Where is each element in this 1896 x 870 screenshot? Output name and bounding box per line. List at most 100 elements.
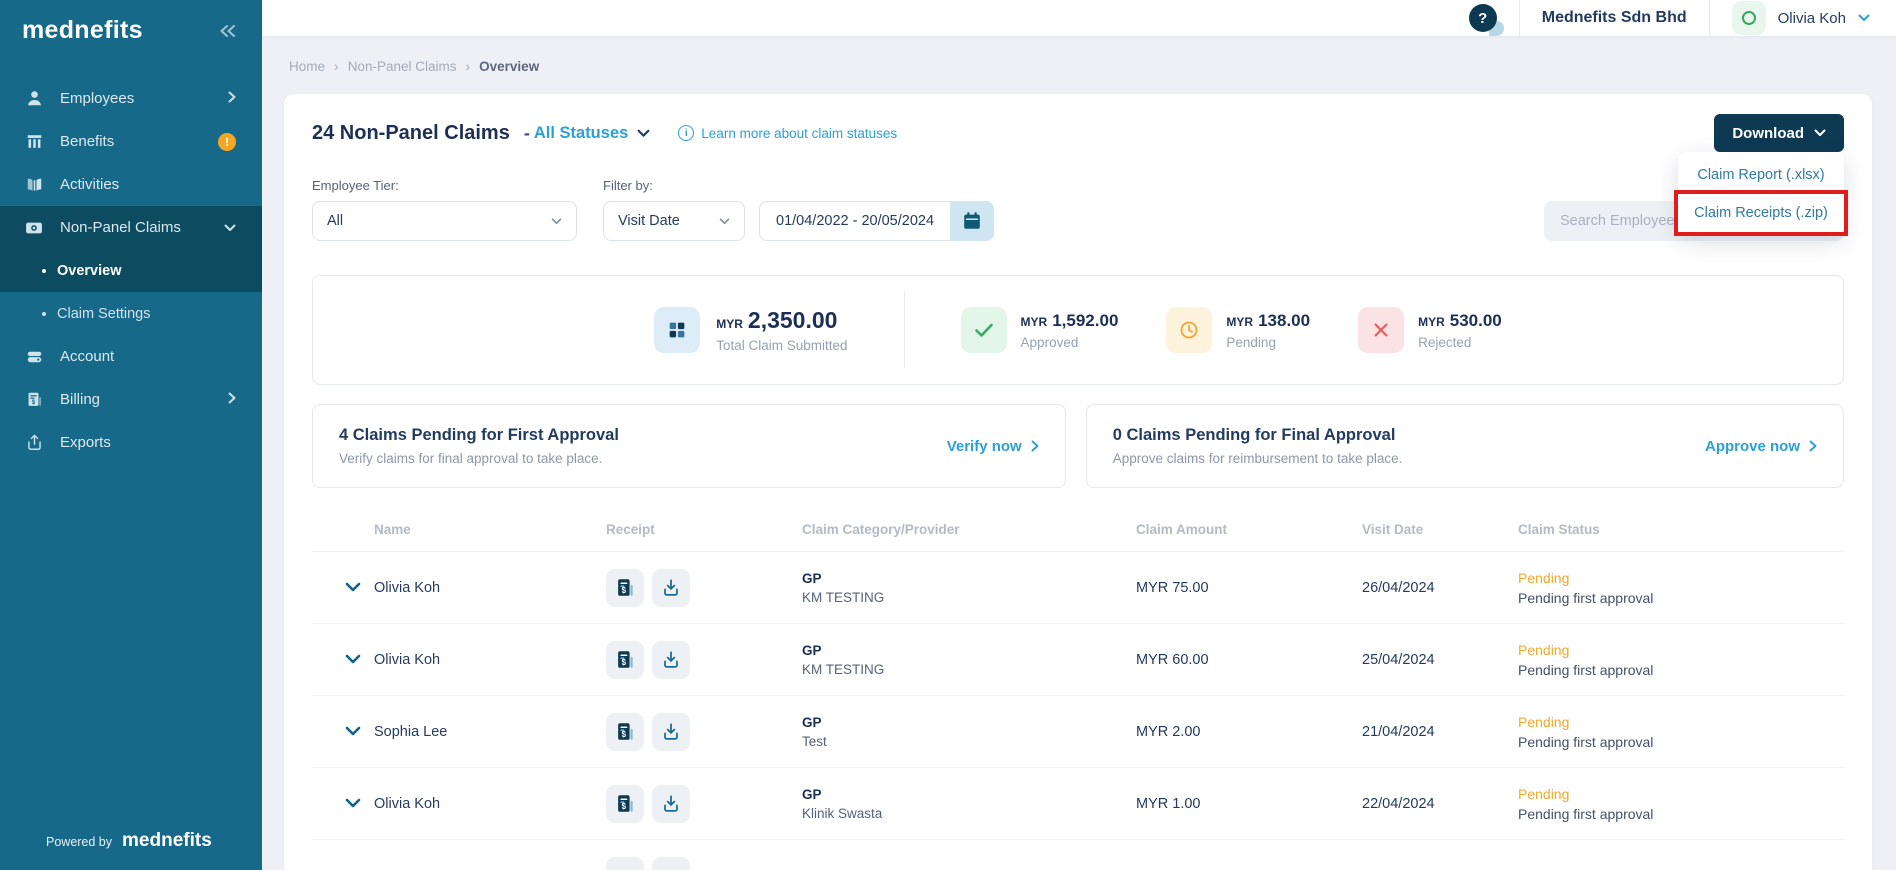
approve-now-link[interactable]: Approve now [1705,438,1817,455]
breadcrumb: Home › Non-Panel Claims › Overview [289,58,1872,74]
breadcrumb-separator: › [334,58,339,74]
claim-status: Pending [1518,785,1570,802]
currency-label: MYR [1226,314,1254,329]
sidebar-item-billing[interactable]: $ Billing [0,378,262,421]
benefits-alert-badge: ! [218,132,236,151]
sidebar-nav: Employees Benefits ! Activities Non-Pane… [0,77,262,464]
approve-now-label: Approve now [1704,437,1800,455]
breadcrumb-home[interactable]: Home [289,59,325,74]
view-receipt-button[interactable]: $ [606,712,644,751]
sidebar-item-benefits[interactable]: Benefits ! [0,120,262,163]
expand-row-button[interactable] [338,645,368,675]
currency-label: MYR [1020,314,1048,329]
filter-by-select[interactable]: Visit Date [603,201,745,241]
expand-row-button[interactable] [338,717,368,747]
view-receipt-button[interactable] [606,857,644,870]
view-receipt-button[interactable]: $ [606,784,644,823]
learn-more-link[interactable]: i Learn more about claim statuses [678,125,897,141]
breadcrumb-separator: › [465,58,471,74]
download-button[interactable]: Download [1714,114,1844,152]
exports-icon [24,433,44,452]
claim-amount: MYR 1.00 [1136,795,1201,812]
avatar-initial-o [1741,11,1756,25]
account-icon [24,347,44,366]
verify-now-link[interactable]: Verify now [947,438,1039,455]
svg-text:$: $ [622,802,627,811]
receipt-icon: $ [618,578,633,596]
sidebar-item-activities[interactable]: Activities [0,163,262,206]
download-receipt-button[interactable] [652,640,690,679]
download-menu: Claim Report (.xlsx) Claim Receipts (.zi… [1678,152,1844,236]
employee-name: Sophia Lee [374,723,448,740]
calendar-button[interactable] [950,201,995,241]
approved-check-icon [960,307,1007,353]
table-row: Olivia Koh $ GP Klinik Swasta MYR 1.00 22… [312,768,1844,840]
chevron-right-icon [1031,440,1039,452]
download-icon [664,794,678,812]
sidebar-item-employees[interactable]: Employees [0,77,262,120]
employee-name: Olivia Koh [374,651,441,668]
download-receipt-button[interactable] [652,568,690,607]
expand-row-button[interactable] [338,573,368,603]
calendar-icon [964,212,980,229]
download-receipt-button[interactable] [652,712,690,751]
view-receipt-button[interactable]: $ [606,568,644,607]
sidebar-collapse-icon[interactable] [218,24,236,38]
claim-status: Pending [1518,713,1570,730]
divider [903,292,905,368]
claim-provider: KM TESTING [802,589,885,605]
claim-status: Pending [1518,641,1570,658]
sidebar-item-claim-settings[interactable]: Claim Settings [0,292,262,335]
status-filter-dropdown[interactable]: All Statuses [534,124,650,143]
sidebar-item-overview[interactable]: Overview [0,249,262,292]
powered-by-label: Powered by [46,835,113,849]
chevron-down-icon [345,582,361,592]
sidebar-item-label: Benefits [60,133,115,150]
date-range-picker[interactable]: 01/04/2022 - 20/05/2024 [759,201,995,241]
column-header-name: Name [374,522,411,537]
claim-status-detail: Pending first approval [1518,589,1654,606]
sidebar-item-non-panel-claims[interactable]: Non-Panel Claims [0,206,262,249]
breadcrumb-non-panel-claims[interactable]: Non-Panel Claims [348,59,457,74]
sidebar-item-label: Employees [60,90,135,107]
download-menu-item-claim-report[interactable]: Claim Report (.xlsx) [1678,156,1844,194]
sidebar-item-account[interactable]: Account [0,335,262,378]
employee-tier-select[interactable]: All [312,201,577,241]
visit-date: 26/04/2024 [1362,579,1435,596]
user-menu[interactable]: Olivia Koh [1731,1,1870,35]
date-range-value[interactable]: 01/04/2022 - 20/05/2024 [759,201,951,241]
column-header-amount: Claim Amount [1136,522,1227,537]
sidebar-item-exports[interactable]: Exports [0,421,262,464]
chevron-down-icon [224,219,236,236]
summary-pending: MYR 138.00 Pending [1166,307,1310,353]
chevron-down-icon [1814,129,1826,136]
table-row [312,840,1844,870]
chevron-right-icon [228,90,236,107]
currency-label: MYR [716,317,743,331]
sidebar-logo-row: mednefits [0,0,262,45]
sidebar-item-label: Claim Settings [57,305,151,322]
chevron-right-icon [1809,440,1817,452]
currency-label: MYR [1418,314,1445,329]
banner-title: 4 Claims Pending for First Approval [339,426,619,444]
breadcrumb-current: Overview [479,58,540,74]
expand-row-button[interactable] [338,789,368,819]
download-menu-item-claim-receipts[interactable]: Claim Receipts (.zip) [1678,194,1844,232]
svg-text:$: $ [622,658,627,667]
mednefits-logo[interactable]: mednefits [22,16,143,45]
user-name: Olivia Koh [1777,9,1846,27]
claim-status-detail: Pending first approval [1518,661,1654,678]
summary-rejected: MYR 530.00 Rejected [1358,307,1502,353]
approved-amount: 1,592.00 [1052,310,1119,330]
download-receipt-button[interactable] [652,784,690,823]
download-receipt-button[interactable] [652,857,690,870]
employee-name: Olivia Koh [374,795,441,812]
rejected-label: Rejected [1418,334,1472,350]
approval-banners: 4 Claims Pending for First Approval Veri… [312,404,1844,488]
svg-text:$: $ [622,586,627,595]
claims-card: 24 Non-Panel Claims - All Statuses i Lea… [284,94,1872,870]
help-button[interactable]: ? [1468,4,1504,36]
banner-title: 0 Claims Pending for Final Approval [1112,426,1396,444]
view-receipt-button[interactable]: $ [606,640,644,679]
filter-by-filter: Filter by: Visit Date 01/04/2022 - 20/05… [603,178,995,241]
